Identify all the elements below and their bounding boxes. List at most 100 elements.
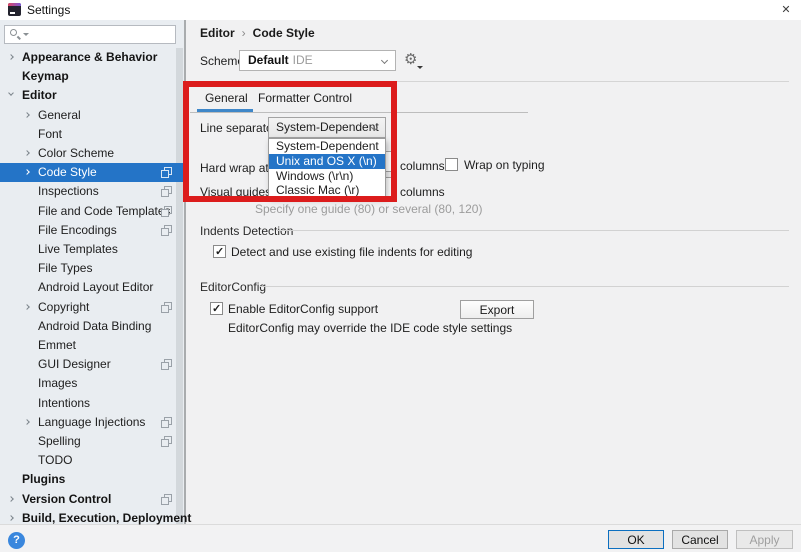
sidebar-item-label: Language Injections [38,413,145,432]
editorconfig-label: Enable EditorConfig support [228,302,378,316]
sidebar-item-android-layout-editor[interactable]: Android Layout Editor [0,278,184,297]
sidebar-item-font[interactable]: Font [0,125,184,144]
dropdown-option-3[interactable]: Windows (\r\n) [269,169,385,184]
sidebar-item-label: Version Control [22,490,111,509]
sidebar-item-build-execution-deployment[interactable]: Build, Execution, Deployment [0,509,184,528]
scheme-suffix: IDE [289,53,313,67]
breadcrumb: Editor›Code Style [200,26,315,40]
sidebar-item-android-data-binding[interactable]: Android Data Binding [0,317,184,336]
title-bar [0,0,801,20]
chevron-right-icon[interactable] [24,169,30,175]
sidebar-item-todo[interactable]: TODO [0,451,184,470]
chevron-right-icon[interactable] [24,304,30,310]
app-icon [8,3,21,16]
help-button[interactable]: ? [8,532,25,549]
detect-indents-checkbox[interactable] [213,245,226,258]
sidebar-item-gui-designer[interactable]: GUI Designer [0,355,184,374]
scheme-select[interactable]: DefaultIDE [239,50,396,71]
copy-settings-icon [161,494,172,505]
section-line [277,230,789,231]
hard-wrap-label: Hard wrap at [200,161,269,175]
chevron-down-icon[interactable] [8,91,14,97]
chevron-right-icon[interactable] [8,515,14,521]
sidebar-item-file-and-code-templates[interactable]: File and Code Templates [0,202,184,221]
editorconfig-checkbox[interactable] [210,302,223,315]
columns-label-1: columns [400,159,445,173]
close-icon[interactable]: ✕ [772,0,800,20]
search-filter-chevron-icon [23,33,29,36]
sidebar-item-label: Keymap [22,67,69,86]
sidebar-item-label: Build, Execution, Deployment [22,509,191,528]
sidebar-item-label: General [38,106,81,125]
copy-settings-icon [161,417,172,428]
sidebar-item-code-style[interactable]: Code Style [0,163,184,182]
sidebar-item-general[interactable]: General [0,106,184,125]
sidebar-item-emmet[interactable]: Emmet [0,336,184,355]
sidebar-item-plugins[interactable]: Plugins [0,470,184,489]
copy-settings-icon [161,206,172,217]
sidebar-item-label: File and Code Templates [38,202,171,221]
detect-indents-label: Detect and use existing file indents for… [231,245,472,259]
sidebar-item-label: Code Style [38,163,97,182]
copy-settings-icon [161,186,172,197]
search-icon [10,29,17,36]
search-input[interactable] [4,25,176,44]
copy-settings-icon [161,167,172,178]
sidebar-item-intentions[interactable]: Intentions [0,394,184,413]
sidebar-item-color-scheme[interactable]: Color Scheme [0,144,184,163]
active-tab-underline [197,109,253,112]
editorconfig-title: EditorConfig [200,280,266,294]
sidebar-item-label: Appearance & Behavior [22,48,157,67]
sidebar-item-inspections[interactable]: Inspections [0,182,184,201]
wrap-on-typing-label: Wrap on typing [464,158,545,172]
sidebar-item-keymap[interactable]: Keymap [0,67,184,86]
cancel-button[interactable]: Cancel [672,530,728,549]
gear-dropdown-arrow-icon [417,66,423,69]
apply-button[interactable]: Apply [736,530,793,549]
copy-settings-icon [161,225,172,236]
sidebar-item-spelling[interactable]: Spelling [0,432,184,451]
chevron-right-icon[interactable] [8,496,14,502]
columns-label-2: columns [400,185,445,199]
sidebar-item-version-control[interactable]: Version Control [0,490,184,509]
export-button[interactable]: Export [460,300,534,319]
sidebar-item-file-types[interactable]: File Types [0,259,184,278]
dropdown-option-4[interactable]: Classic Mac (\r) [269,183,385,198]
tab-general[interactable]: General [205,91,248,105]
visual-guides-label: Visual guides: [200,185,275,199]
breadcrumb-editor[interactable]: Editor [200,26,235,40]
editorconfig-note: EditorConfig may override the IDE code s… [228,321,512,335]
tab-formatter-control[interactable]: Formatter Control [258,91,352,105]
chevron-right-icon[interactable] [24,150,30,156]
guides-hint: Specify one guide (80) or several (80, 1… [255,202,482,216]
sidebar-item-label: Live Templates [38,240,118,259]
sidebar-item-label: File Types [38,259,92,278]
dropdown-option-1[interactable]: System-Dependent [269,139,385,154]
sidebar-item-label: Plugins [22,470,65,489]
ok-button[interactable]: OK [608,530,664,549]
scheme-value: Default [248,53,289,67]
dropdown-option-2[interactable]: Unix and OS X (\n) [269,154,385,169]
sidebar-item-label: Copyright [38,298,89,317]
chevron-right-icon[interactable] [8,54,14,60]
sidebar-item-editor[interactable]: Editor [0,86,184,105]
pane-divider [184,20,186,524]
line-separator-dropdown: System-DependentUnix and OS X (\n)Window… [268,138,386,197]
line-separator-select[interactable]: System-Dependent [268,117,386,138]
sidebar-item-file-encodings[interactable]: File Encodings [0,221,184,240]
copy-settings-icon [161,359,172,370]
sidebar-item-copyright[interactable]: Copyright [0,298,184,317]
sidebar-item-appearance-behavior[interactable]: Appearance & Behavior [0,48,184,67]
indents-detection-title: Indents Detection [200,224,293,238]
sidebar-item-label: Images [38,374,77,393]
sidebar-item-images[interactable]: Images [0,374,184,393]
chevron-right-icon[interactable] [24,419,30,425]
line-separator-value: System-Dependent [276,120,379,134]
wrap-on-typing-checkbox[interactable] [445,158,458,171]
chevron-right-icon[interactable] [24,112,30,118]
sidebar-item-language-injections[interactable]: Language Injections [0,413,184,432]
sidebar-item-label: Spelling [38,432,81,451]
window-title: Settings [27,3,70,17]
sidebar-item-live-templates[interactable]: Live Templates [0,240,184,259]
sidebar-item-label: Android Layout Editor [38,278,153,297]
